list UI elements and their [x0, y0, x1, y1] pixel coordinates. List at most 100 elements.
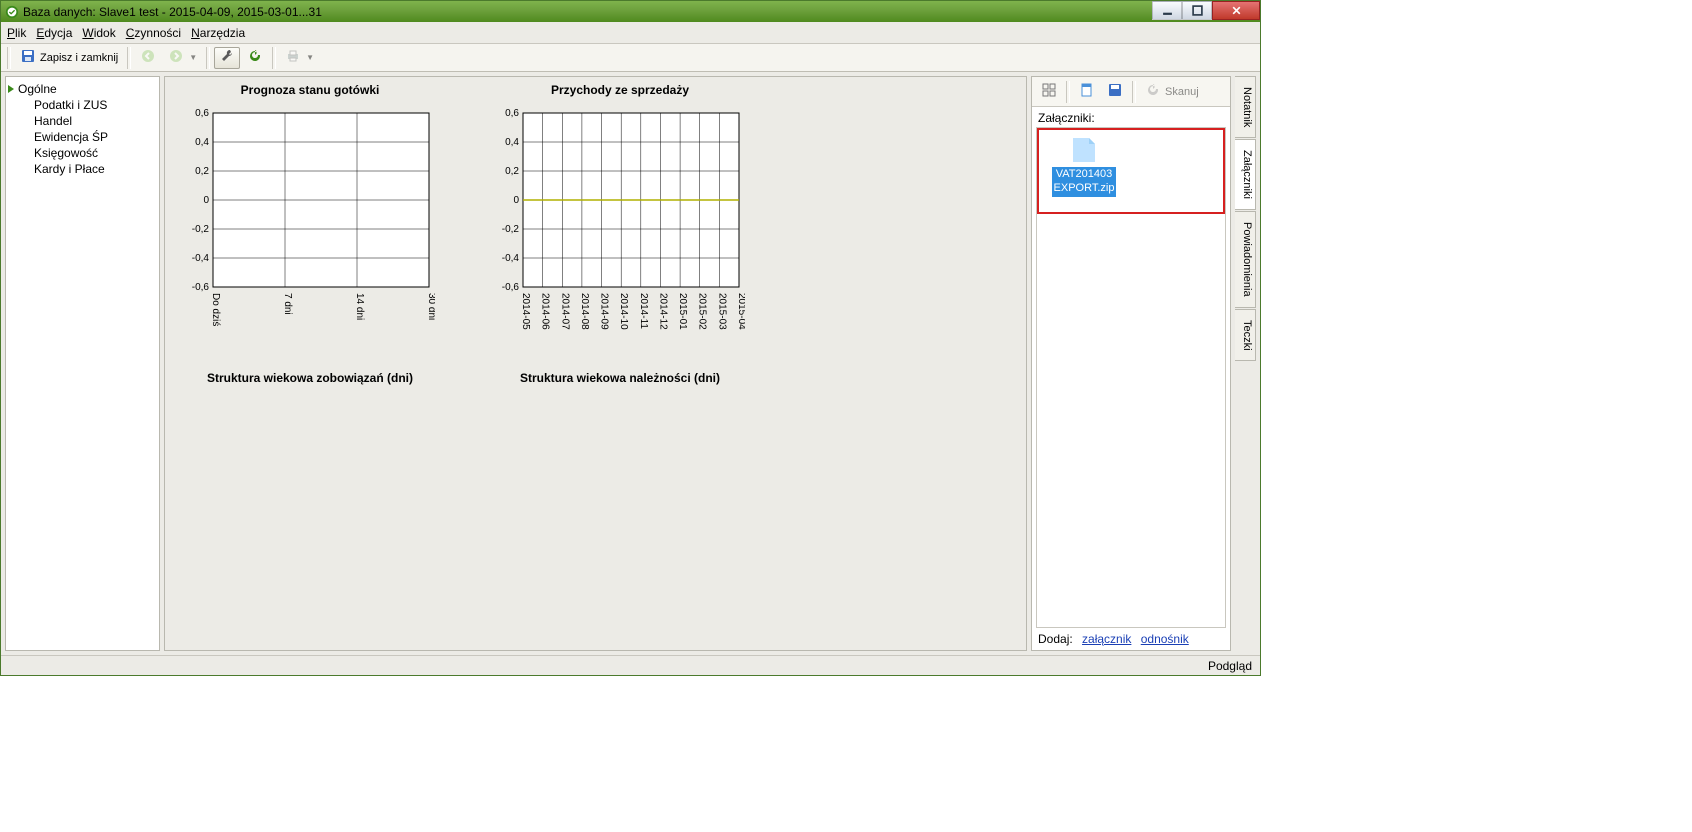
main-content: Prognoza stanu gotówki -0,6 -0,4 -0,2 0 0,2 0…: [164, 76, 1027, 651]
file-icon: [1067, 136, 1101, 164]
nav-item-ogolne[interactable]: Ogólne: [6, 81, 159, 97]
print-button[interactable]: ▼: [280, 47, 319, 69]
attachments-list[interactable]: VAT201403EXPORT.zip: [1036, 127, 1226, 628]
side-tab-notatnik[interactable]: Notatnik: [1235, 76, 1256, 138]
side-tabs: Notatnik Załączniki Powiadomienia Teczki: [1235, 76, 1256, 651]
chart-prognoza: Prognoza stanu gotówki -0,6 -0,4 -0,2 0 0,2 0…: [175, 83, 445, 347]
menu-czynnosci[interactable]: Czynności: [126, 26, 181, 40]
svg-text:0,2: 0,2: [505, 166, 519, 177]
svg-text:2014-10: 2014-10: [618, 293, 629, 330]
svg-text:-0,6: -0,6: [192, 282, 210, 293]
document-icon: [1079, 82, 1095, 101]
nav-item-handel[interactable]: Handel: [6, 113, 159, 129]
svg-text:0: 0: [513, 195, 519, 206]
status-right-text: Podgląd: [1208, 659, 1252, 673]
add-reference-link[interactable]: odnośnik: [1141, 632, 1189, 646]
file-name: VAT201403EXPORT.zip: [1052, 167, 1117, 197]
refresh-icon: [247, 48, 263, 67]
svg-text:0: 0: [203, 195, 209, 206]
nav-item-ewidencja[interactable]: Ewidencja ŚP: [6, 129, 159, 145]
svg-text:2015-01: 2015-01: [677, 293, 688, 330]
menu-edycja[interactable]: Edycja: [36, 26, 72, 40]
window-maximize-button[interactable]: [1182, 1, 1212, 20]
svg-text:0,4: 0,4: [195, 137, 209, 148]
add-attachment-link[interactable]: załącznik: [1082, 632, 1131, 646]
save-icon: [20, 48, 36, 67]
dropdown-icon: ▼: [189, 53, 197, 62]
window-titlebar: Baza danych: Slave1 test - 2015-04-09, 2…: [1, 1, 1260, 22]
print-icon: [285, 48, 301, 67]
chart-title: Struktura wiekowa należności (dni): [485, 371, 755, 385]
svg-text:2014-08: 2014-08: [579, 293, 590, 330]
svg-text:0,4: 0,4: [505, 137, 519, 148]
attachments-toolbar: Skanuj: [1032, 77, 1230, 107]
chart-title: Przychody ze sprzedaży: [485, 83, 755, 97]
nav-forward-button[interactable]: ▼: [163, 47, 202, 69]
forward-icon: [168, 48, 184, 67]
app-icon: [5, 5, 19, 19]
svg-text:30 dni: 30 dni: [426, 293, 435, 320]
refresh-button[interactable]: [242, 47, 268, 69]
svg-text:-0,2: -0,2: [192, 224, 210, 235]
tools-button[interactable]: [214, 47, 240, 69]
back-icon: [140, 48, 156, 67]
toolbar: Zapisz i zamknij ▼ ▼: [1, 44, 1260, 72]
svg-text:0,2: 0,2: [195, 166, 209, 177]
attach-view-button[interactable]: [1036, 80, 1062, 104]
nav-item-podatki[interactable]: Podatki i ZUS: [6, 97, 159, 113]
save-close-button[interactable]: Zapisz i zamknij: [15, 47, 123, 69]
svg-text:7 dni: 7 dni: [282, 293, 293, 315]
attachments-pane: Skanuj Załączniki: VAT201403EXPORT.zip D…: [1031, 76, 1231, 651]
menu-plik[interactable]: Plik: [7, 26, 26, 40]
nav-back-button[interactable]: [135, 47, 161, 69]
svg-text:2014-06: 2014-06: [540, 293, 551, 330]
menu-widok[interactable]: Widok: [82, 26, 115, 40]
save-close-label: Zapisz i zamknij: [40, 52, 118, 64]
svg-text:-0,4: -0,4: [502, 253, 520, 264]
navigation-pane: Ogólne Podatki i ZUS Handel Ewidencja ŚP…: [5, 76, 160, 651]
svg-text:2014-09: 2014-09: [599, 293, 610, 330]
chart-title: Struktura wiekowa zobowiązań (dni): [175, 371, 445, 385]
side-tab-teczki[interactable]: Teczki: [1235, 309, 1256, 362]
window-title: Baza danych: Slave1 test - 2015-04-09, 2…: [23, 5, 322, 19]
menu-bar: Plik Edycja Widok Czynności Narzędzia: [1, 22, 1260, 44]
nav-item-ksiegowosc[interactable]: Księgowość: [6, 145, 159, 161]
chart-canvas: -0,6-0,4-0,200,20,40,62014-052014-062014…: [485, 107, 745, 347]
dropdown-icon: ▼: [306, 53, 314, 62]
wrench-icon: [219, 48, 235, 67]
svg-text:0,6: 0,6: [195, 108, 209, 119]
side-tab-powiadomienia[interactable]: Powiadomienia: [1235, 211, 1256, 308]
svg-text:14 dni: 14 dni: [354, 293, 365, 320]
menu-narzedzia[interactable]: Narzędzia: [191, 26, 245, 40]
attach-save-button[interactable]: [1102, 80, 1128, 104]
window-minimize-button[interactable]: [1152, 1, 1182, 20]
highlight-annotation: VAT201403EXPORT.zip: [1037, 128, 1225, 214]
svg-text:2014-07: 2014-07: [559, 293, 570, 330]
save-icon: [1107, 82, 1123, 101]
chart-przychody: Przychody ze sprzedaży -0,6-0,4-0,200,20…: [485, 83, 755, 347]
svg-text:2015-02: 2015-02: [697, 293, 708, 330]
nav-item-kadry[interactable]: Kardy i Płace: [6, 161, 159, 177]
attach-scan-button[interactable]: Skanuj: [1140, 80, 1204, 104]
svg-text:2015-04: 2015-04: [736, 293, 745, 330]
chart-naleznosci: Struktura wiekowa należności (dni): [485, 371, 755, 395]
svg-text:2014-11: 2014-11: [638, 293, 649, 329]
attachments-add-row: Dodaj: załącznik odnośnik: [1032, 628, 1230, 650]
svg-text:-0,4: -0,4: [192, 253, 210, 264]
scan-refresh-icon: [1145, 82, 1161, 101]
chart-title: Prognoza stanu gotówki: [175, 83, 445, 97]
attachment-file[interactable]: VAT201403EXPORT.zip: [1045, 136, 1123, 197]
scan-label: Skanuj: [1165, 86, 1199, 98]
svg-text:-0,6: -0,6: [502, 282, 520, 293]
attach-open-button[interactable]: [1074, 80, 1100, 104]
window-close-button[interactable]: [1212, 1, 1260, 20]
svg-text:Do dziś: Do dziś: [210, 293, 221, 326]
svg-text:2014-05: 2014-05: [520, 293, 531, 330]
add-label: Dodaj:: [1038, 632, 1073, 646]
svg-text:0,6: 0,6: [505, 108, 519, 119]
chart-zobowiazania: Struktura wiekowa zobowiązań (dni): [175, 371, 445, 395]
status-bar: Podgląd: [1, 655, 1260, 675]
side-tab-zalaczniki[interactable]: Załączniki: [1235, 139, 1256, 210]
svg-text:2015-03: 2015-03: [716, 293, 727, 330]
chart-canvas: -0,6 -0,4 -0,2 0 0,2 0,4 0,6 Do dziś 7 dni 14 dni…: [175, 107, 435, 347]
